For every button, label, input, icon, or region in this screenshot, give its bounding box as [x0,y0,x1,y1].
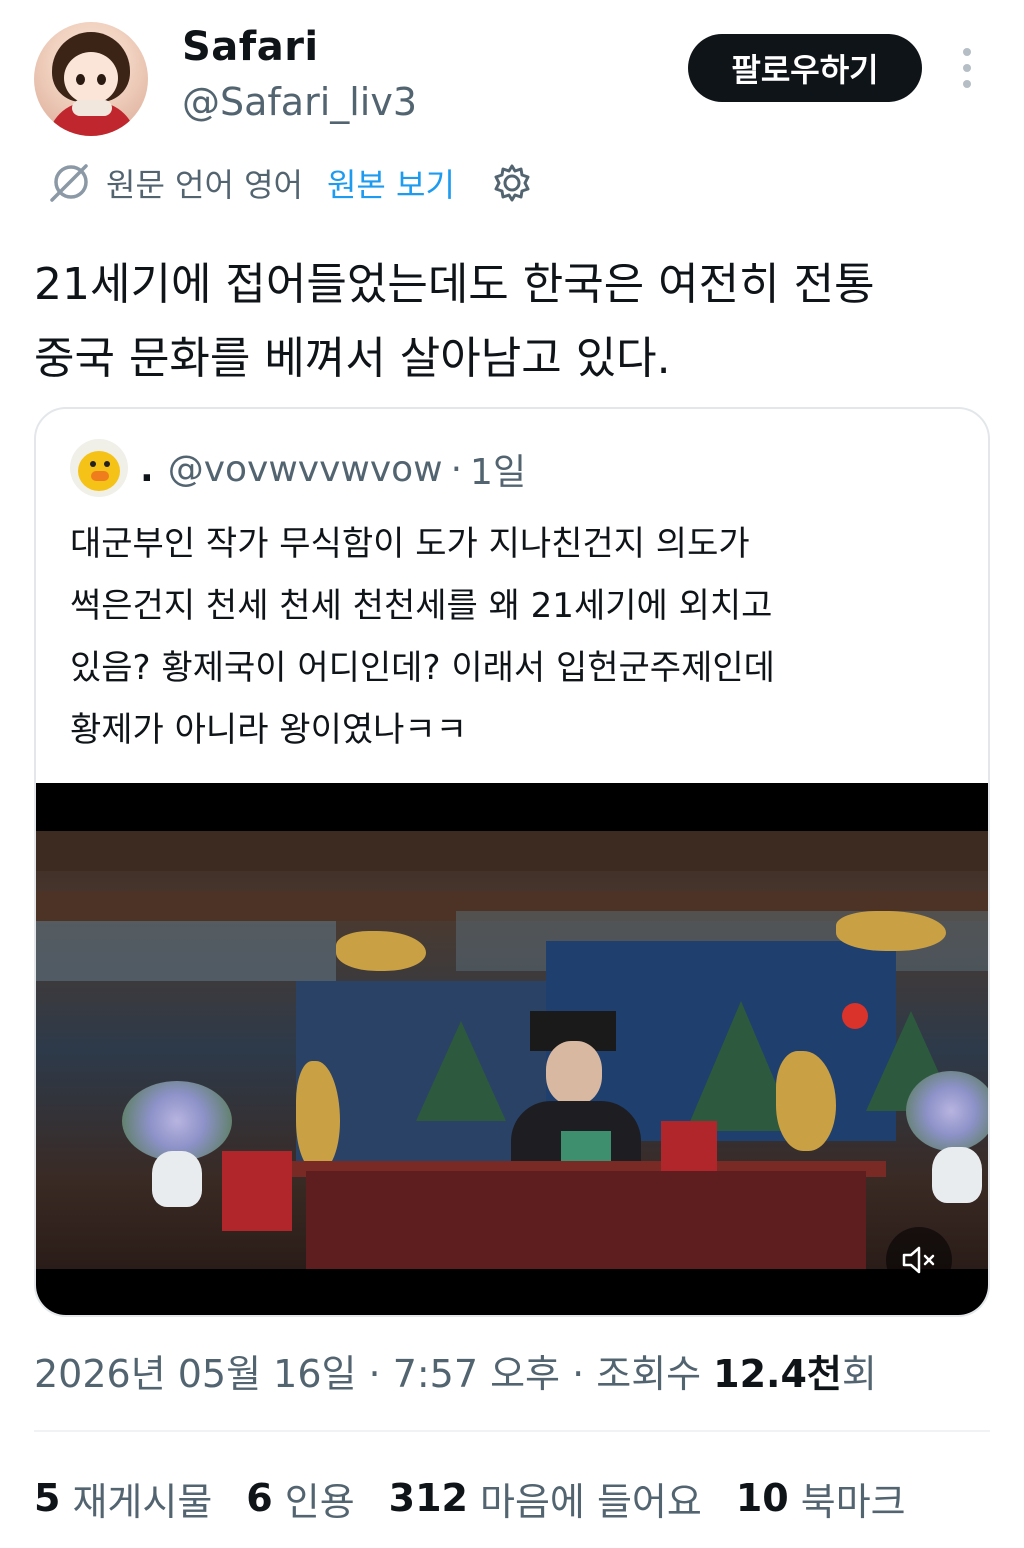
quoted-tweet-time[interactable]: 1일 [470,443,526,495]
quoted-text-line: 대군부인 작가 무식함이 도가 지나친건지 의도가 [70,524,750,564]
author-name[interactable]: Safari [182,24,319,70]
quoted-text-line: 있음? 황제국이 어디인데? 이래서 입헌군주제인데 [70,648,775,688]
mute-button[interactable] [886,1227,952,1293]
quoted-text-line: 썩은건지 천세 천세 천천세를 왜 21세기에 외치고 [70,586,773,626]
quoted-tweet-card[interactable]: . @vovwvvwvow · 1일 대군부인 작가 무식함이 도가 지나친건지… [34,407,990,1317]
tweet-detail: Safari @Safari_liv3 팔로우하기 원문 언어 영어 원본 보기… [0,0,1024,1548]
view-original-link[interactable]: 원본 보기 [327,160,455,206]
translation-bar: 원문 언어 영어 원본 보기 [46,160,533,206]
quoted-tweet-meta: . @vovwvvwvow · 1일 [140,443,526,495]
bookmarks-count: 10 [735,1476,789,1520]
more-vertical-icon[interactable] [956,48,978,88]
video-player[interactable] [36,783,988,1315]
views-count: 12.4천 [713,1351,842,1396]
gear-icon[interactable] [491,162,533,204]
quotes-label: 인용 [284,1479,355,1524]
translate-icon [50,164,88,202]
likes-count: 312 [388,1476,468,1520]
quotes-count: 6 [246,1476,273,1520]
tweet-text-line: 21세기에 접어들었는데도 한국은 여전히 전통 [34,259,875,310]
quoted-author-avatar[interactable] [70,439,128,497]
author-handle[interactable]: @Safari_liv3 [182,80,417,124]
mute-icon [902,1246,935,1274]
tweet-timestamp-views: 2026년 05월 16일 · 7:57 오후 · 조회수 12.4천 회 [34,1343,877,1397]
divider [34,1430,990,1432]
bookmarks-label: 북마크 [800,1479,906,1524]
quoted-author-name[interactable]: . [140,449,154,490]
reposts-count: 5 [34,1476,61,1520]
quoted-tweet-text: 대군부인 작가 무식함이 도가 지나친건지 의도가 썩은건지 천세 천세 천천세… [70,513,970,761]
likes-label: 마음에 들어요 [480,1479,702,1524]
quoted-text-line: 황제가 아니라 왕이였나ㅋㅋ [70,710,467,750]
engagement-stats: 5 재게시물 6 인용 312 마음에 들어요 10 북마크 [34,1470,940,1526]
video-frame [36,831,988,1269]
tweet-text-line: 중국 문화를 베껴서 살아남고 있다. [34,333,671,384]
bookmarks-stat[interactable]: 10 북마크 [736,1471,906,1526]
views-suffix: 회 [841,1351,877,1396]
tweet-date-time[interactable]: 2026년 05월 16일 · 7:57 오후 · 조회수 [34,1343,701,1398]
quoted-author-handle[interactable]: @vovwvvwvow [168,449,443,490]
reposts-stat[interactable]: 5 재게시물 [34,1471,212,1526]
likes-stat[interactable]: 312 마음에 들어요 [389,1471,702,1526]
reposts-label: 재게시물 [72,1479,213,1524]
separator: · [450,448,463,490]
quotes-stat[interactable]: 6 인용 [246,1471,354,1526]
original-language-label: 원문 언어 영어 [106,166,303,204]
author-avatar[interactable] [34,22,148,136]
follow-button[interactable]: 팔로우하기 [688,34,922,102]
tweet-text: 21세기에 접어들었는데도 한국은 여전히 전통 중국 문화를 베껴서 살아남고… [34,248,974,396]
